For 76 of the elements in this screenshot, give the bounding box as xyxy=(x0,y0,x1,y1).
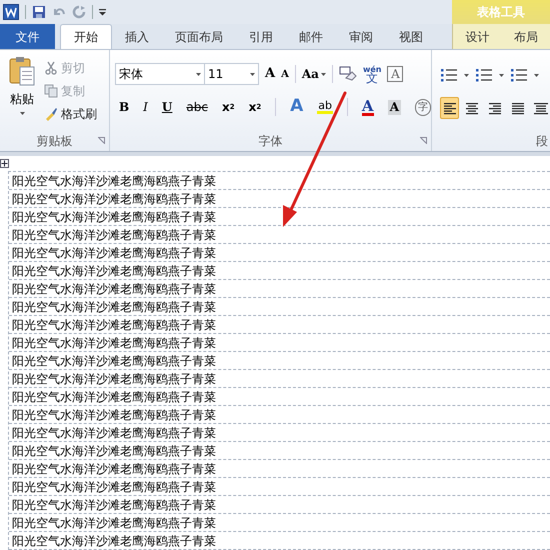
text-effects-button[interactable]: A xyxy=(290,94,304,120)
dropdown-caret-icon xyxy=(20,112,24,115)
table-cell: 阳光空气水海洋沙滩老鹰海鸥燕子青菜 xyxy=(9,406,550,424)
align-icon xyxy=(487,101,504,115)
dropdown-caret-icon xyxy=(499,74,504,76)
scissors-icon xyxy=(44,61,58,75)
clipboard-icon xyxy=(9,56,35,86)
character-shading-button[interactable]: A xyxy=(388,100,402,114)
table-cell: 阳光空气水海洋沙滩老鹰海鸥燕子青菜 xyxy=(9,532,550,550)
font-size-field[interactable]: 11 xyxy=(205,63,259,85)
brush-icon xyxy=(44,107,58,121)
bold-button[interactable]: B xyxy=(119,98,130,116)
align-button[interactable] xyxy=(440,97,460,119)
table-cell: 阳光空气水海洋沙滩老鹰海鸥燕子青菜 xyxy=(9,334,550,352)
table-cell: 阳光空气水海洋沙滩老鹰海鸥燕子青菜 xyxy=(9,442,550,460)
app-logo-icon[interactable] xyxy=(3,4,19,20)
eraser-icon[interactable] xyxy=(338,66,357,82)
dialog-launcher-icon[interactable] xyxy=(420,137,427,144)
italic-button[interactable]: I xyxy=(143,98,148,116)
table-cell: 阳光空气水海洋沙滩老鹰海鸥燕子青菜 xyxy=(9,496,550,514)
align-icon xyxy=(464,101,480,115)
font-color-button[interactable]: A xyxy=(362,98,374,116)
copy-icon xyxy=(44,84,58,98)
font-name-field[interactable]: 宋体 xyxy=(115,63,205,85)
dropdown-caret-icon xyxy=(534,74,539,76)
table-move-handle-icon[interactable] xyxy=(0,159,9,168)
superscript-button[interactable]: x$^{2}$ xyxy=(248,98,262,116)
ribbon-tab[interactable]: 视图 xyxy=(386,24,436,49)
align-icon xyxy=(442,101,458,115)
group-label: 字体 xyxy=(258,133,282,150)
table-cell: 阳光空气水海洋沙滩老鹰海鸥燕子青菜 xyxy=(9,388,550,406)
dropdown-caret-icon xyxy=(196,72,201,76)
align-icon xyxy=(510,101,526,115)
table-cell: 阳光空气水海洋沙滩老鹰海鸥燕子青菜 xyxy=(9,370,550,388)
character-border-button[interactable]: A xyxy=(387,66,404,82)
table-cell: 阳光空气水海洋沙滩老鹰海鸥燕子青菜 xyxy=(9,424,550,442)
group-label: 段 xyxy=(536,133,548,150)
ribbon-tab[interactable]: 页面布局 xyxy=(162,24,236,49)
table-cell: 阳光空气水海洋沙滩老鹰海鸥燕子青菜 xyxy=(9,298,550,316)
ribbon-tab[interactable]: 插入 xyxy=(112,24,162,49)
dropdown-caret-icon xyxy=(464,74,469,76)
shrink-font-button[interactable]: A xyxy=(281,66,289,82)
table-cell: 阳光空气水海洋沙滩老鹰海鸥燕子青菜 xyxy=(9,190,550,208)
dialog-launcher-icon[interactable] xyxy=(98,137,105,144)
align-icon xyxy=(532,101,549,115)
ribbon-tab[interactable]: 邮件 xyxy=(286,24,336,49)
file-tab[interactable]: 文件 xyxy=(0,24,55,49)
table-cell: 阳光空气水海洋沙滩老鹰海鸥燕子青菜 xyxy=(9,316,550,334)
underline-button[interactable]: U xyxy=(162,98,172,116)
phonetic-guide-button[interactable]: wén 文 xyxy=(362,65,382,83)
contextual-tab-group-header: 表格工具 xyxy=(452,0,550,24)
change-case-button[interactable]: Aa xyxy=(302,65,326,83)
ribbon-tab[interactable]: 审阅 xyxy=(336,24,386,49)
clipboard-command[interactable]: 格式刷 xyxy=(44,104,97,124)
table-cell: 阳光空气水海洋沙滩老鹰海鸥燕子青菜 xyxy=(9,514,550,532)
highlight-button[interactable]: ab xyxy=(317,100,334,114)
paste-button[interactable]: 粘贴 xyxy=(6,56,38,131)
dropdown-caret-icon xyxy=(250,72,255,76)
save-icon[interactable] xyxy=(32,5,46,19)
enclose-characters-button[interactable]: 字 xyxy=(415,98,431,116)
table-cell: 阳光空气水海洋沙滩老鹰海鸥燕子青菜 xyxy=(9,244,550,262)
ribbon-tab[interactable]: 引用 xyxy=(236,24,286,49)
grow-font-button[interactable]: A xyxy=(265,64,276,84)
customize-toolbar-icon[interactable] xyxy=(99,8,106,16)
dropdown-caret-icon xyxy=(320,72,326,76)
strikethrough-button[interactable]: abc xyxy=(186,98,208,116)
table-cell: 阳光空气水海洋沙滩老鹰海鸥燕子青菜 xyxy=(9,226,550,244)
group-label: 剪贴板 xyxy=(36,133,72,150)
ribbon-tab[interactable]: 开始 xyxy=(60,24,112,49)
table-cell: 阳光空气水海洋沙滩老鹰海鸥燕子青菜 xyxy=(9,262,550,280)
table-cell: 阳光空气水海洋沙滩老鹰海鸥燕子青菜 xyxy=(9,478,550,496)
bullets-icon xyxy=(440,68,458,82)
table-cell: 阳光空气水海洋沙滩老鹰海鸥燕子青菜 xyxy=(9,352,550,370)
table-cell: 阳光空气水海洋沙滩老鹰海鸥燕子青菜 xyxy=(9,460,550,478)
table-cell: 阳光空气水海洋沙滩老鹰海鸥燕子青菜 xyxy=(9,172,550,190)
table-cell: 阳光空气水海洋沙滩老鹰海鸥燕子青菜 xyxy=(9,280,550,298)
